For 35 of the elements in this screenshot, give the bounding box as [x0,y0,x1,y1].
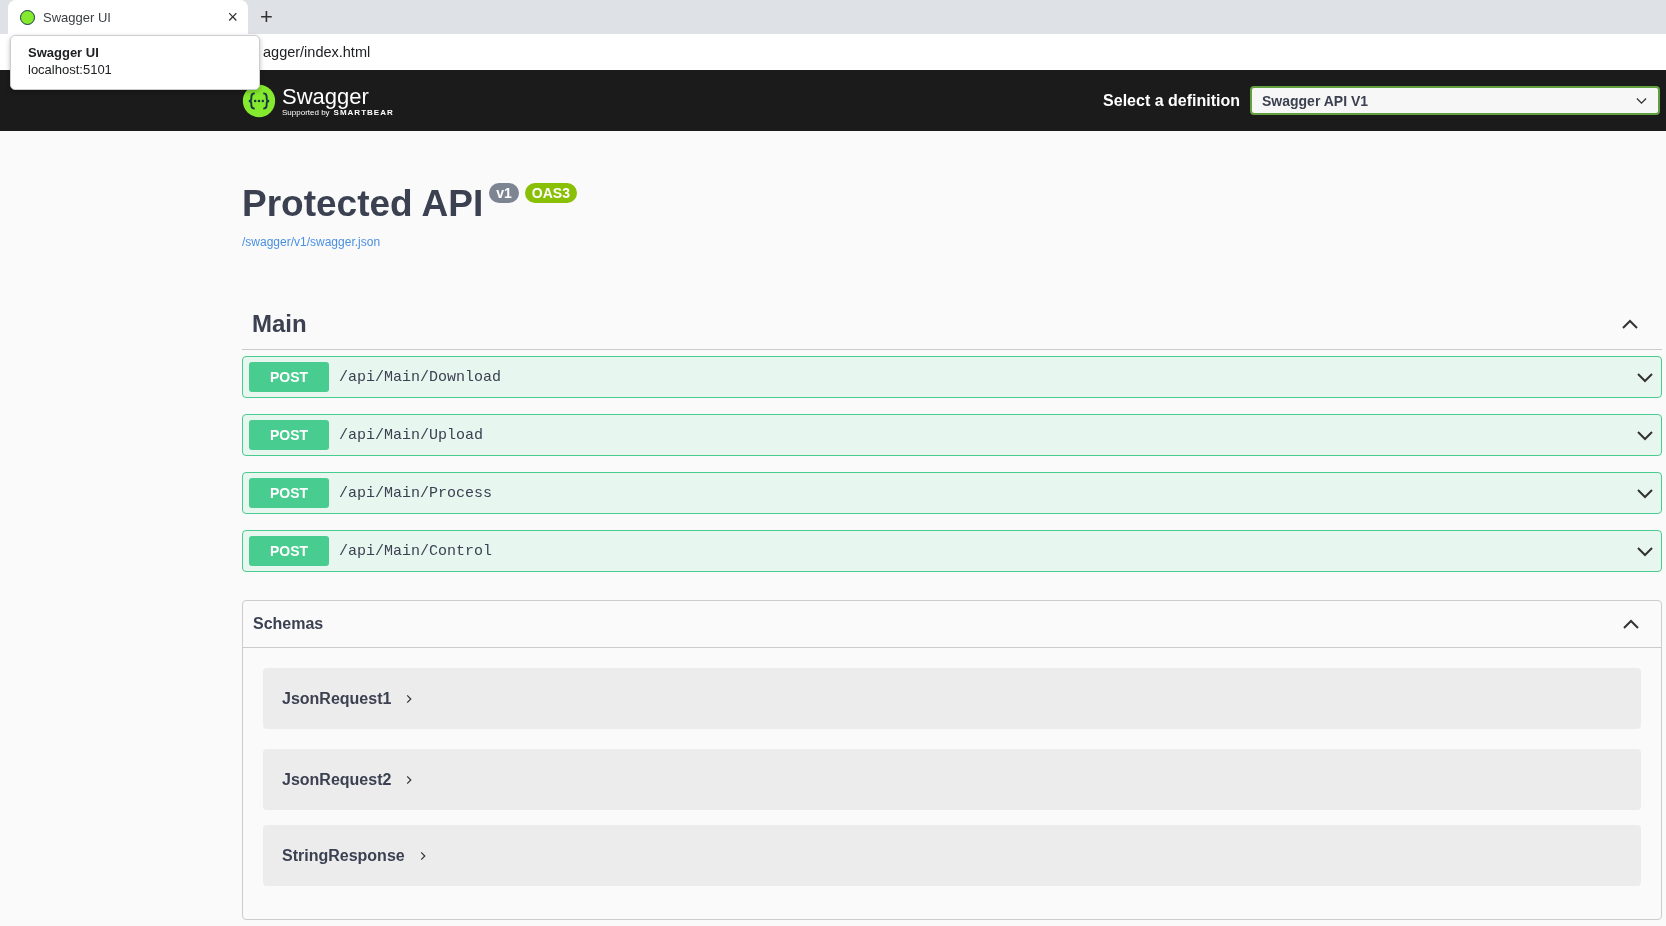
schema-row[interactable]: JsonRequest1 [263,668,1641,729]
api-title: Protected API [242,182,484,226]
schema-name: JsonRequest1 [282,689,392,708]
operation-row[interactable]: POST /api/Main/Control [242,530,1662,572]
browser-tab[interactable]: Swagger UI × [8,0,248,34]
schema-name: StringResponse [282,846,405,865]
operation-path: /api/Main/Download [339,368,503,386]
tooltip-url: localhost:5101 [28,62,113,77]
operation-path: /api/Main/Upload [339,426,485,444]
new-tab-button[interactable]: + [260,4,273,30]
section-header[interactable]: Main [242,299,1662,350]
logo-wordmark: Swagger [282,84,370,109]
operation-row[interactable]: POST /api/Main/Process [242,472,1662,514]
operation-row[interactable]: POST /api/Main/Download [242,356,1662,398]
version-badge: v1 [489,183,519,203]
operation-row[interactable]: POST /api/Main/Upload [242,414,1662,456]
tooltip-title: Swagger UI [28,45,100,60]
definition-select[interactable]: Swagger API V1 [1250,86,1660,115]
schema-name: JsonRequest2 [282,770,392,789]
operation-path: /api/Main/Process [339,484,494,502]
address-field[interactable]: agger/index.html [263,44,371,60]
method-badge: POST [249,420,329,450]
operation-path: /api/Main/Control [339,542,494,560]
schema-row[interactable]: StringResponse [263,825,1641,886]
close-icon[interactable]: × [227,6,238,28]
method-badge: POST [249,536,329,566]
tab-title: Swagger UI [43,9,112,25]
schema-row[interactable]: JsonRequest2 [263,749,1641,810]
select-label: Select a definition [1103,91,1240,110]
favicon-icon [20,9,35,25]
method-badge: POST [249,478,329,508]
method-badge: POST [249,362,329,392]
spec-badge: OAS3 [524,183,577,203]
schemas-header[interactable]: Schemas [243,601,1661,648]
swagger-logo-icon [242,83,276,118]
